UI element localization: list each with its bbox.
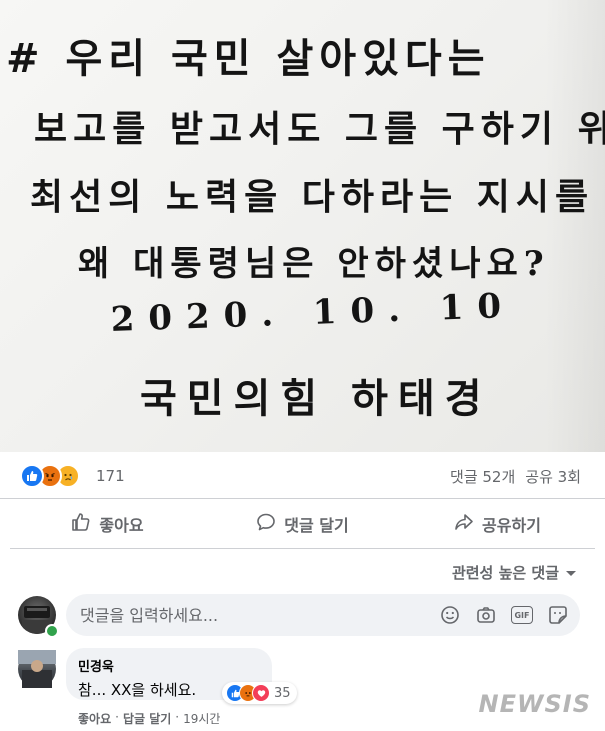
like-reaction-icon[interactable] bbox=[20, 464, 44, 488]
love-mini-icon bbox=[252, 684, 270, 702]
comment-count[interactable]: 댓글 52개 bbox=[450, 466, 515, 487]
handwritten-line-2: 보고를 받고서도 그를 구하기 위한 bbox=[34, 108, 605, 150]
commenter-name[interactable]: 민경욱 bbox=[78, 656, 260, 675]
comment-like-link[interactable]: 좋아요 bbox=[78, 710, 111, 727]
comment-button[interactable]: 댓글 달기 bbox=[205, 500, 400, 548]
post-actions: 좋아요 댓글 달기 공유하기 bbox=[10, 500, 595, 549]
emoji-icon[interactable] bbox=[439, 604, 461, 626]
thumbs-up-icon bbox=[71, 512, 91, 536]
gif-icon[interactable]: GIF bbox=[511, 606, 533, 624]
online-status-dot bbox=[45, 624, 59, 638]
sticker-icon[interactable] bbox=[547, 604, 569, 626]
camera-icon[interactable] bbox=[475, 604, 497, 626]
like-label: 좋아요 bbox=[99, 516, 144, 535]
gif-label: GIF bbox=[514, 610, 530, 620]
reactions-summary: 171 댓글 52개 공유 3회 bbox=[0, 452, 605, 499]
speech-bubble-icon bbox=[256, 512, 276, 536]
handwritten-line-3: 최선의 노력을 다하라는 지시를 bbox=[30, 176, 595, 218]
comment-reaction-count: 35 bbox=[274, 685, 291, 701]
comment-meta: 좋아요 · 답글 달기 · 19시간 bbox=[78, 710, 220, 727]
post-photo[interactable]: # 우리 국민 살아있다는 보고를 받고서도 그를 구하기 위한 최선의 노력을… bbox=[0, 0, 605, 452]
share-count[interactable]: 공유 3회 bbox=[525, 466, 581, 487]
post-stats: 댓글 52개 공유 3회 bbox=[450, 466, 581, 487]
handwritten-signature: 국민의힘 하태경 bbox=[140, 375, 492, 422]
share-arrow-icon bbox=[454, 512, 474, 536]
handwritten-line-1: # 우리 국민 살아있다는 bbox=[6, 35, 491, 82]
composer-icons: GIF bbox=[439, 604, 569, 626]
comment-composer: GIF bbox=[18, 594, 583, 638]
comment-timestamp[interactable]: 19시간 bbox=[183, 710, 220, 727]
share-label: 공유하기 bbox=[482, 516, 541, 535]
photo-shadow bbox=[545, 0, 605, 452]
meta-separator-dot: · bbox=[175, 710, 180, 724]
sort-label: 관련성 높은 댓글 bbox=[451, 564, 559, 582]
reaction-count[interactable]: 171 bbox=[96, 467, 125, 485]
comment-label: 댓글 달기 bbox=[284, 516, 349, 535]
newsis-watermark: NEWSIS bbox=[478, 690, 591, 718]
comment-reply-link[interactable]: 답글 달기 bbox=[123, 710, 171, 727]
caret-down-icon bbox=[565, 564, 577, 582]
commenter-avatar[interactable] bbox=[18, 650, 56, 688]
handwritten-date: 2020. 10. 10 bbox=[110, 285, 516, 340]
handwritten-line-4: 왜 대통령님은 안하셨나요? bbox=[78, 244, 550, 284]
meta-separator-dot: · bbox=[115, 710, 119, 724]
comment-sort-dropdown[interactable]: 관련성 높은 댓글 bbox=[452, 562, 577, 583]
like-button[interactable]: 좋아요 bbox=[10, 500, 205, 548]
share-button[interactable]: 공유하기 bbox=[400, 500, 595, 548]
comment-reactions[interactable]: 35 bbox=[222, 682, 297, 704]
